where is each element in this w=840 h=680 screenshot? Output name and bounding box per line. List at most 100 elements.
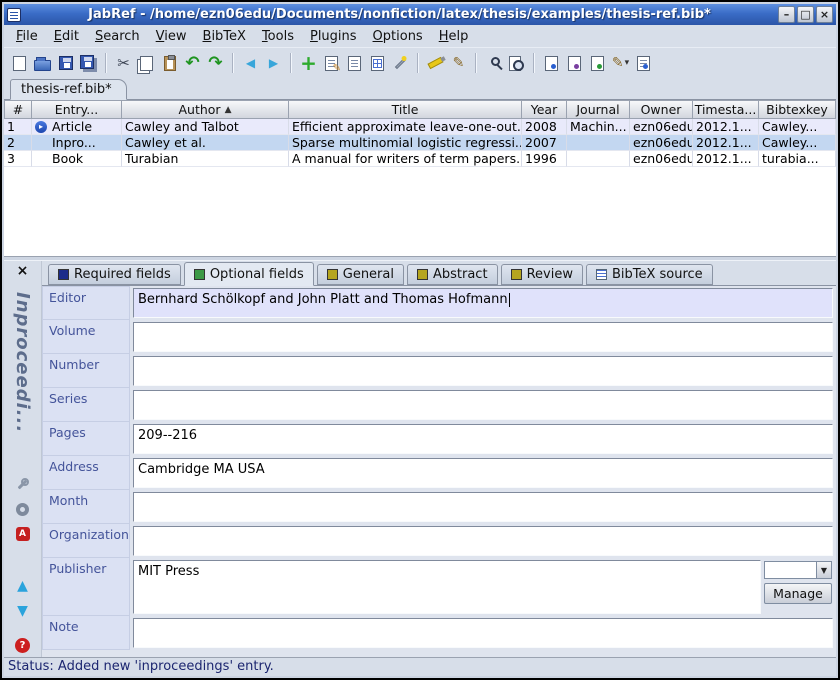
field-row-pages: Pages 209--216	[42, 422, 836, 456]
table-row[interactable]: 3 Book Turabian A manual for writers of …	[4, 151, 836, 167]
edit-entry-button[interactable]: ✎	[320, 51, 343, 75]
close-button[interactable]: ×	[816, 6, 833, 23]
table-row-selected[interactable]: 2 Inpro... Cawley et al. Sparse multinom…	[4, 135, 836, 151]
table-empty-area[interactable]	[4, 167, 836, 256]
column-header-owner[interactable]: Owner	[630, 100, 693, 119]
combo-dropdown-icon[interactable]: ▼	[816, 562, 831, 578]
add-entry-button[interactable]: +	[297, 51, 320, 75]
generate-key-button[interactable]	[14, 476, 32, 492]
cell-owner: ezn06edu	[630, 151, 693, 167]
field-label: Address	[42, 456, 130, 490]
maximize-button[interactable]: □	[797, 6, 814, 23]
tab-optional-fields[interactable]: Optional fields	[184, 262, 314, 286]
cell-year: 2008	[522, 119, 567, 135]
write-xmp-button[interactable]: A	[14, 526, 32, 542]
manage-button[interactable]: Manage	[764, 583, 832, 604]
publisher-combo[interactable]: ▼	[764, 561, 832, 579]
back-button[interactable]: ◀	[239, 51, 262, 75]
copy-button[interactable]	[135, 51, 158, 75]
tab-abstract[interactable]: Abstract	[407, 264, 498, 285]
menu-help[interactable]: Help	[431, 27, 477, 46]
menu-plugins[interactable]: Plugins	[302, 27, 365, 46]
new-database-button[interactable]	[8, 51, 31, 75]
column-header-number[interactable]: #	[4, 100, 32, 119]
push-to-winedt-button[interactable]	[586, 51, 609, 75]
sort-ascending-icon: ▲	[225, 105, 232, 115]
menu-tools[interactable]: Tools	[254, 27, 302, 46]
close-editor-button[interactable]: ×	[15, 264, 31, 280]
column-header-entrytype[interactable]: Entry...	[32, 100, 122, 119]
push-to-emacs-button[interactable]	[563, 51, 586, 75]
entrytype-label: Article	[52, 119, 92, 134]
edit-pen-button[interactable]: ✎	[447, 51, 470, 75]
organization-field[interactable]	[133, 526, 833, 556]
publisher-field[interactable]: MIT Press	[133, 560, 761, 614]
help-button[interactable]: ?	[14, 637, 32, 653]
address-field[interactable]: Cambridge MA USA	[133, 458, 833, 488]
save-database-button[interactable]	[54, 51, 77, 75]
column-header-journal[interactable]: Journal	[567, 100, 630, 119]
edit-preamble-button[interactable]	[366, 51, 389, 75]
search-button[interactable]	[482, 51, 505, 75]
toolbar-separator	[105, 53, 107, 73]
prev-entry-button[interactable]: ▲	[14, 578, 32, 594]
number-field[interactable]	[133, 356, 833, 386]
window-title: JabRef - /home/ezn06edu/Documents/nonfic…	[21, 7, 778, 22]
note-field[interactable]	[133, 618, 833, 648]
menu-bibtex[interactable]: BibTeX	[195, 27, 254, 46]
forward-button[interactable]: ▶	[262, 51, 285, 75]
menubar: File Edit Search View BibTeX Tools Plugi…	[4, 25, 836, 48]
table-row[interactable]: 1 ▸ Article Cawley and Talbot Efficient …	[4, 119, 836, 135]
wizard-button[interactable]	[389, 51, 412, 75]
pages-field[interactable]: 209--216	[133, 424, 833, 454]
mark-entries-button[interactable]	[424, 51, 447, 75]
tab-general[interactable]: General	[317, 264, 404, 285]
menu-options[interactable]: Options	[365, 27, 431, 46]
menu-file[interactable]: File	[8, 27, 46, 46]
edit-strings-button[interactable]	[343, 51, 366, 75]
open-database-button[interactable]	[31, 51, 54, 75]
toolbar-separator	[232, 53, 234, 73]
minimize-button[interactable]: –	[778, 6, 795, 23]
autoset-button[interactable]	[14, 501, 32, 517]
dropdown-arrow-icon: ▾	[625, 58, 630, 68]
column-header-title[interactable]: Title	[289, 100, 522, 119]
pencil-overlay-icon: ✎	[333, 63, 341, 74]
cut-button[interactable]: ✂	[112, 51, 135, 75]
paste-button[interactable]	[158, 51, 181, 75]
tab-required-fields[interactable]: Required fields	[48, 264, 181, 285]
series-field[interactable]	[133, 390, 833, 420]
toolbar-separator	[290, 53, 292, 73]
column-header-year[interactable]: Year	[522, 100, 567, 119]
open-file-button[interactable]	[632, 51, 655, 75]
menu-search[interactable]: Search	[87, 27, 148, 46]
month-field[interactable]	[133, 492, 833, 522]
tab-label: Review	[527, 267, 573, 282]
volume-field[interactable]	[133, 322, 833, 352]
column-header-bibtexkey[interactable]: Bibtexkey	[759, 100, 836, 119]
column-header-timestamp[interactable]: Timesta...	[693, 100, 759, 119]
entry-editor: × Inproceedi... A ▲ ▼ ? Required fields …	[4, 260, 836, 657]
tab-bibtex-source[interactable]: BibTeX source	[586, 264, 713, 285]
save-all-button[interactable]	[77, 51, 100, 75]
menu-edit[interactable]: Edit	[46, 27, 87, 46]
next-entry-button[interactable]: ▼	[14, 603, 32, 619]
incremental-search-button[interactable]	[505, 51, 528, 75]
push-winedt-icon	[591, 56, 604, 71]
save-icon	[59, 56, 73, 70]
redo-button[interactable]: ↷	[204, 51, 227, 75]
titlebar[interactable]: JabRef - /home/ezn06edu/Documents/nonfic…	[4, 4, 836, 25]
editor-field[interactable]: Bernhard Schölkopf and John Platt and Th…	[133, 288, 833, 318]
document-tab[interactable]: thesis-ref.bib*	[10, 79, 127, 100]
field-label: Note	[42, 616, 130, 650]
cell-year: 2007	[522, 135, 567, 151]
general-icon	[327, 269, 338, 280]
menu-view[interactable]: View	[148, 27, 195, 46]
undo-button[interactable]: ↶	[181, 51, 204, 75]
type-icon-slot: ▸	[35, 121, 52, 133]
push-to-lyx-button[interactable]	[540, 51, 563, 75]
column-header-author[interactable]: Author ▲	[122, 100, 289, 119]
tab-review[interactable]: Review	[501, 264, 583, 285]
push-to-application-button[interactable]: ✎▾	[609, 51, 632, 75]
url-link-icon[interactable]: ▸	[35, 121, 47, 133]
